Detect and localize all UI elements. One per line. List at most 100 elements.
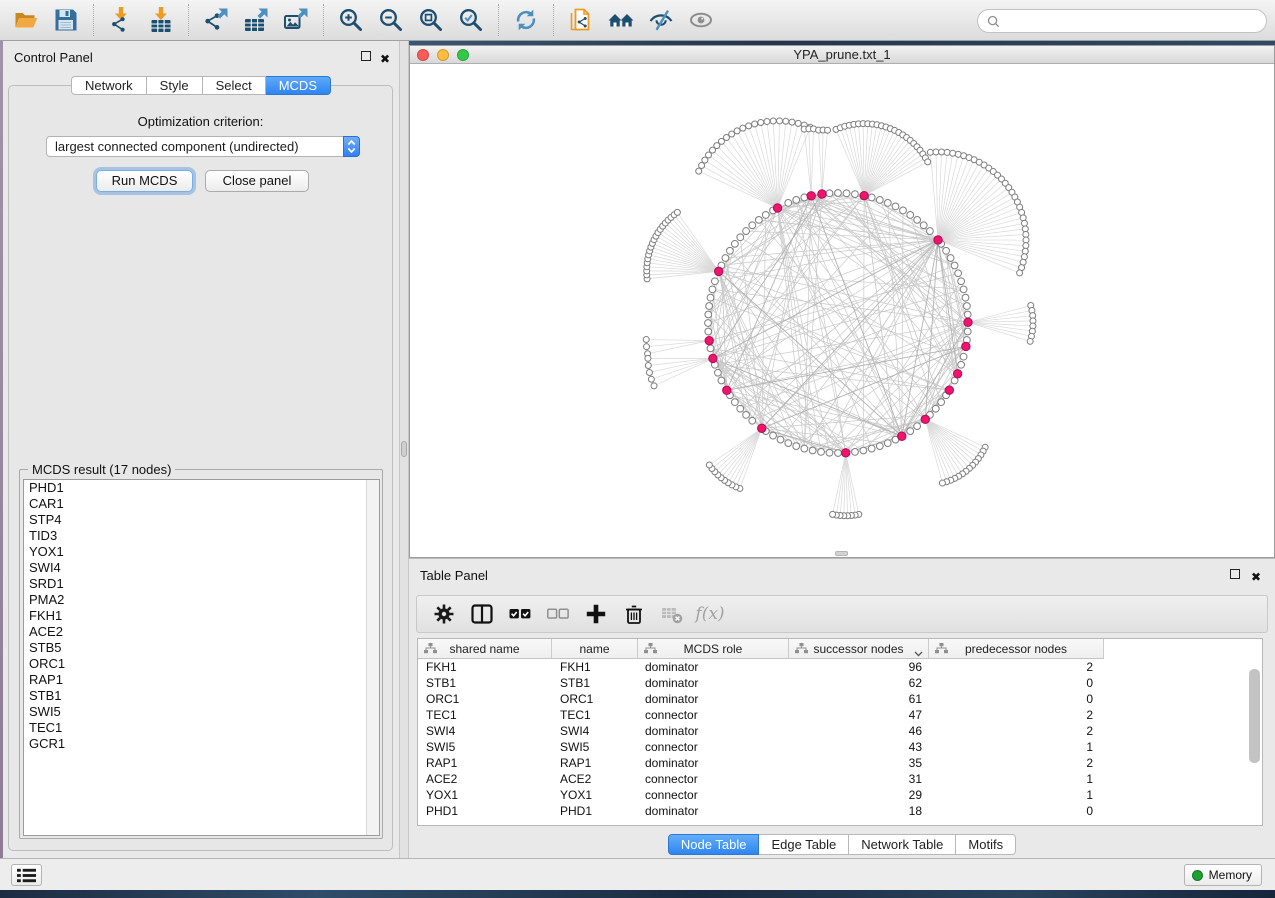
graph-node[interactable] xyxy=(962,294,969,301)
graph-leaf-node[interactable] xyxy=(830,511,836,517)
graph-node[interactable] xyxy=(860,447,867,454)
zoom-fit-icon[interactable] xyxy=(414,3,448,37)
graph-mcds-hub-node[interactable] xyxy=(921,415,929,423)
graph-node[interactable] xyxy=(914,423,921,430)
graph-node[interactable] xyxy=(718,377,725,384)
graph-node[interactable] xyxy=(731,240,738,247)
mcds-result-item[interactable]: RAP1 xyxy=(24,672,379,688)
graph-mcds-hub-node[interactable] xyxy=(945,386,953,394)
zoom-out-icon[interactable] xyxy=(374,3,408,37)
mcds-result-item[interactable]: STB1 xyxy=(24,688,379,704)
tab-network-table[interactable]: Network Table xyxy=(849,834,956,855)
graph-leaf-node[interactable] xyxy=(777,118,783,124)
mcds-result-item[interactable]: TID3 xyxy=(24,528,379,544)
graph-mcds-hub-node[interactable] xyxy=(953,370,961,378)
graph-node[interactable] xyxy=(907,428,914,435)
graph-mcds-hub-node[interactable] xyxy=(807,192,815,200)
graph-node[interactable] xyxy=(706,303,713,310)
hide-details-icon[interactable] xyxy=(644,3,678,37)
graph-leaf-node[interactable] xyxy=(674,209,680,215)
graph-node[interactable] xyxy=(852,191,859,198)
graph-node[interactable] xyxy=(843,190,850,197)
network-splitter-grip[interactable] xyxy=(835,551,848,556)
graph-leaf-node[interactable] xyxy=(734,128,740,134)
search-input[interactable] xyxy=(1006,14,1257,29)
graph-leaf-node[interactable] xyxy=(648,376,654,382)
mcds-result-item[interactable]: FKH1 xyxy=(24,608,379,624)
graph-leaf-node[interactable] xyxy=(795,120,801,126)
tab-mcds[interactable]: MCDS xyxy=(266,76,331,95)
table-row[interactable]: YOX1YOX1connector291 xyxy=(418,787,1262,803)
graph-node[interactable] xyxy=(801,445,808,452)
graph-node[interactable] xyxy=(785,199,792,206)
graph-leaf-node[interactable] xyxy=(746,123,752,129)
graph-node[interactable] xyxy=(951,262,958,269)
unselect-all-icon[interactable] xyxy=(543,599,573,629)
mcds-result-item[interactable]: ORC1 xyxy=(24,656,379,672)
graph-node[interactable] xyxy=(958,278,965,285)
graph-mcds-hub-node[interactable] xyxy=(709,354,717,362)
graph-node[interactable] xyxy=(714,369,721,376)
graph-node[interactable] xyxy=(852,448,859,455)
import-network-icon[interactable] xyxy=(104,3,138,37)
graph-leaf-node[interactable] xyxy=(643,337,649,343)
graph-leaf-node[interactable] xyxy=(789,119,795,125)
graph-leaf-node[interactable] xyxy=(1023,243,1029,249)
network-graph[interactable] xyxy=(410,64,1274,557)
mcds-result-item[interactable]: CAR1 xyxy=(24,496,379,512)
network-canvas[interactable] xyxy=(410,64,1274,557)
graph-node[interactable] xyxy=(755,216,762,223)
graph-node[interactable] xyxy=(955,270,962,277)
graph-mcds-hub-node[interactable] xyxy=(818,190,826,198)
graph-leaf-node[interactable] xyxy=(783,118,789,124)
optimization-criterion-select[interactable]: largest connected component (undirected) xyxy=(46,136,360,157)
graph-leaf-node[interactable] xyxy=(1021,220,1027,226)
graph-node[interactable] xyxy=(920,222,927,229)
mcds-result-item[interactable]: SWI5 xyxy=(24,704,379,720)
table-row[interactable]: PHD1PHD1dominator180 xyxy=(418,803,1262,819)
graph-leaf-node[interactable] xyxy=(764,119,770,125)
graph-node[interactable] xyxy=(737,234,744,241)
close-panel-icon[interactable]: ✖ xyxy=(380,51,391,62)
graph-node[interactable] xyxy=(705,320,712,327)
graph-leaf-node[interactable] xyxy=(740,125,746,131)
graph-node[interactable] xyxy=(705,311,712,318)
graph-node[interactable] xyxy=(762,212,769,219)
table-row[interactable]: SWI4SWI4dominator462 xyxy=(418,723,1262,739)
select-all-icon[interactable] xyxy=(505,599,535,629)
home-networks-icon[interactable] xyxy=(604,3,638,37)
column-header-predecessor-nodes[interactable]: predecessor nodes xyxy=(929,639,1104,659)
open-session-icon[interactable] xyxy=(9,3,43,37)
graph-node[interactable] xyxy=(826,449,833,456)
graph-leaf-node[interactable] xyxy=(645,362,651,368)
graph-node[interactable] xyxy=(809,447,816,454)
graph-mcds-hub-node[interactable] xyxy=(962,342,970,350)
graph-node[interactable] xyxy=(876,196,883,203)
zoom-selected-icon[interactable] xyxy=(454,3,488,37)
graph-leaf-node[interactable] xyxy=(939,149,945,155)
graph-mcds-hub-node[interactable] xyxy=(964,318,972,326)
table-scrollbar[interactable] xyxy=(1249,663,1260,823)
show-column-icon[interactable] xyxy=(467,599,497,629)
graph-leaf-node[interactable] xyxy=(643,344,649,350)
graph-node[interactable] xyxy=(835,190,842,197)
graph-node[interactable] xyxy=(793,443,800,450)
network-window-titlebar[interactable]: YPA_prune.txt_1 xyxy=(410,46,1274,64)
graph-node[interactable] xyxy=(907,212,914,219)
graph-node[interactable] xyxy=(731,399,738,406)
import-table-icon[interactable] xyxy=(144,3,178,37)
tab-network[interactable]: Network xyxy=(71,76,147,95)
graph-mcds-hub-node[interactable] xyxy=(723,386,731,394)
mcds-result-item[interactable]: SRD1 xyxy=(24,576,379,592)
graph-node[interactable] xyxy=(868,194,875,201)
network-document-icon[interactable] xyxy=(564,3,598,37)
graph-leaf-node[interactable] xyxy=(1022,248,1028,254)
table-row[interactable]: ACE2ACE2connector311 xyxy=(418,771,1262,787)
delete-column-icon[interactable] xyxy=(619,599,649,629)
graph-leaf-node[interactable] xyxy=(950,150,956,156)
graph-node[interactable] xyxy=(884,440,891,447)
table-row[interactable]: STB1STB1dominator620 xyxy=(418,675,1262,691)
graph-node[interactable] xyxy=(868,445,875,452)
graph-leaf-node[interactable] xyxy=(706,462,712,468)
table-scrollbar-thumb[interactable] xyxy=(1249,669,1260,763)
